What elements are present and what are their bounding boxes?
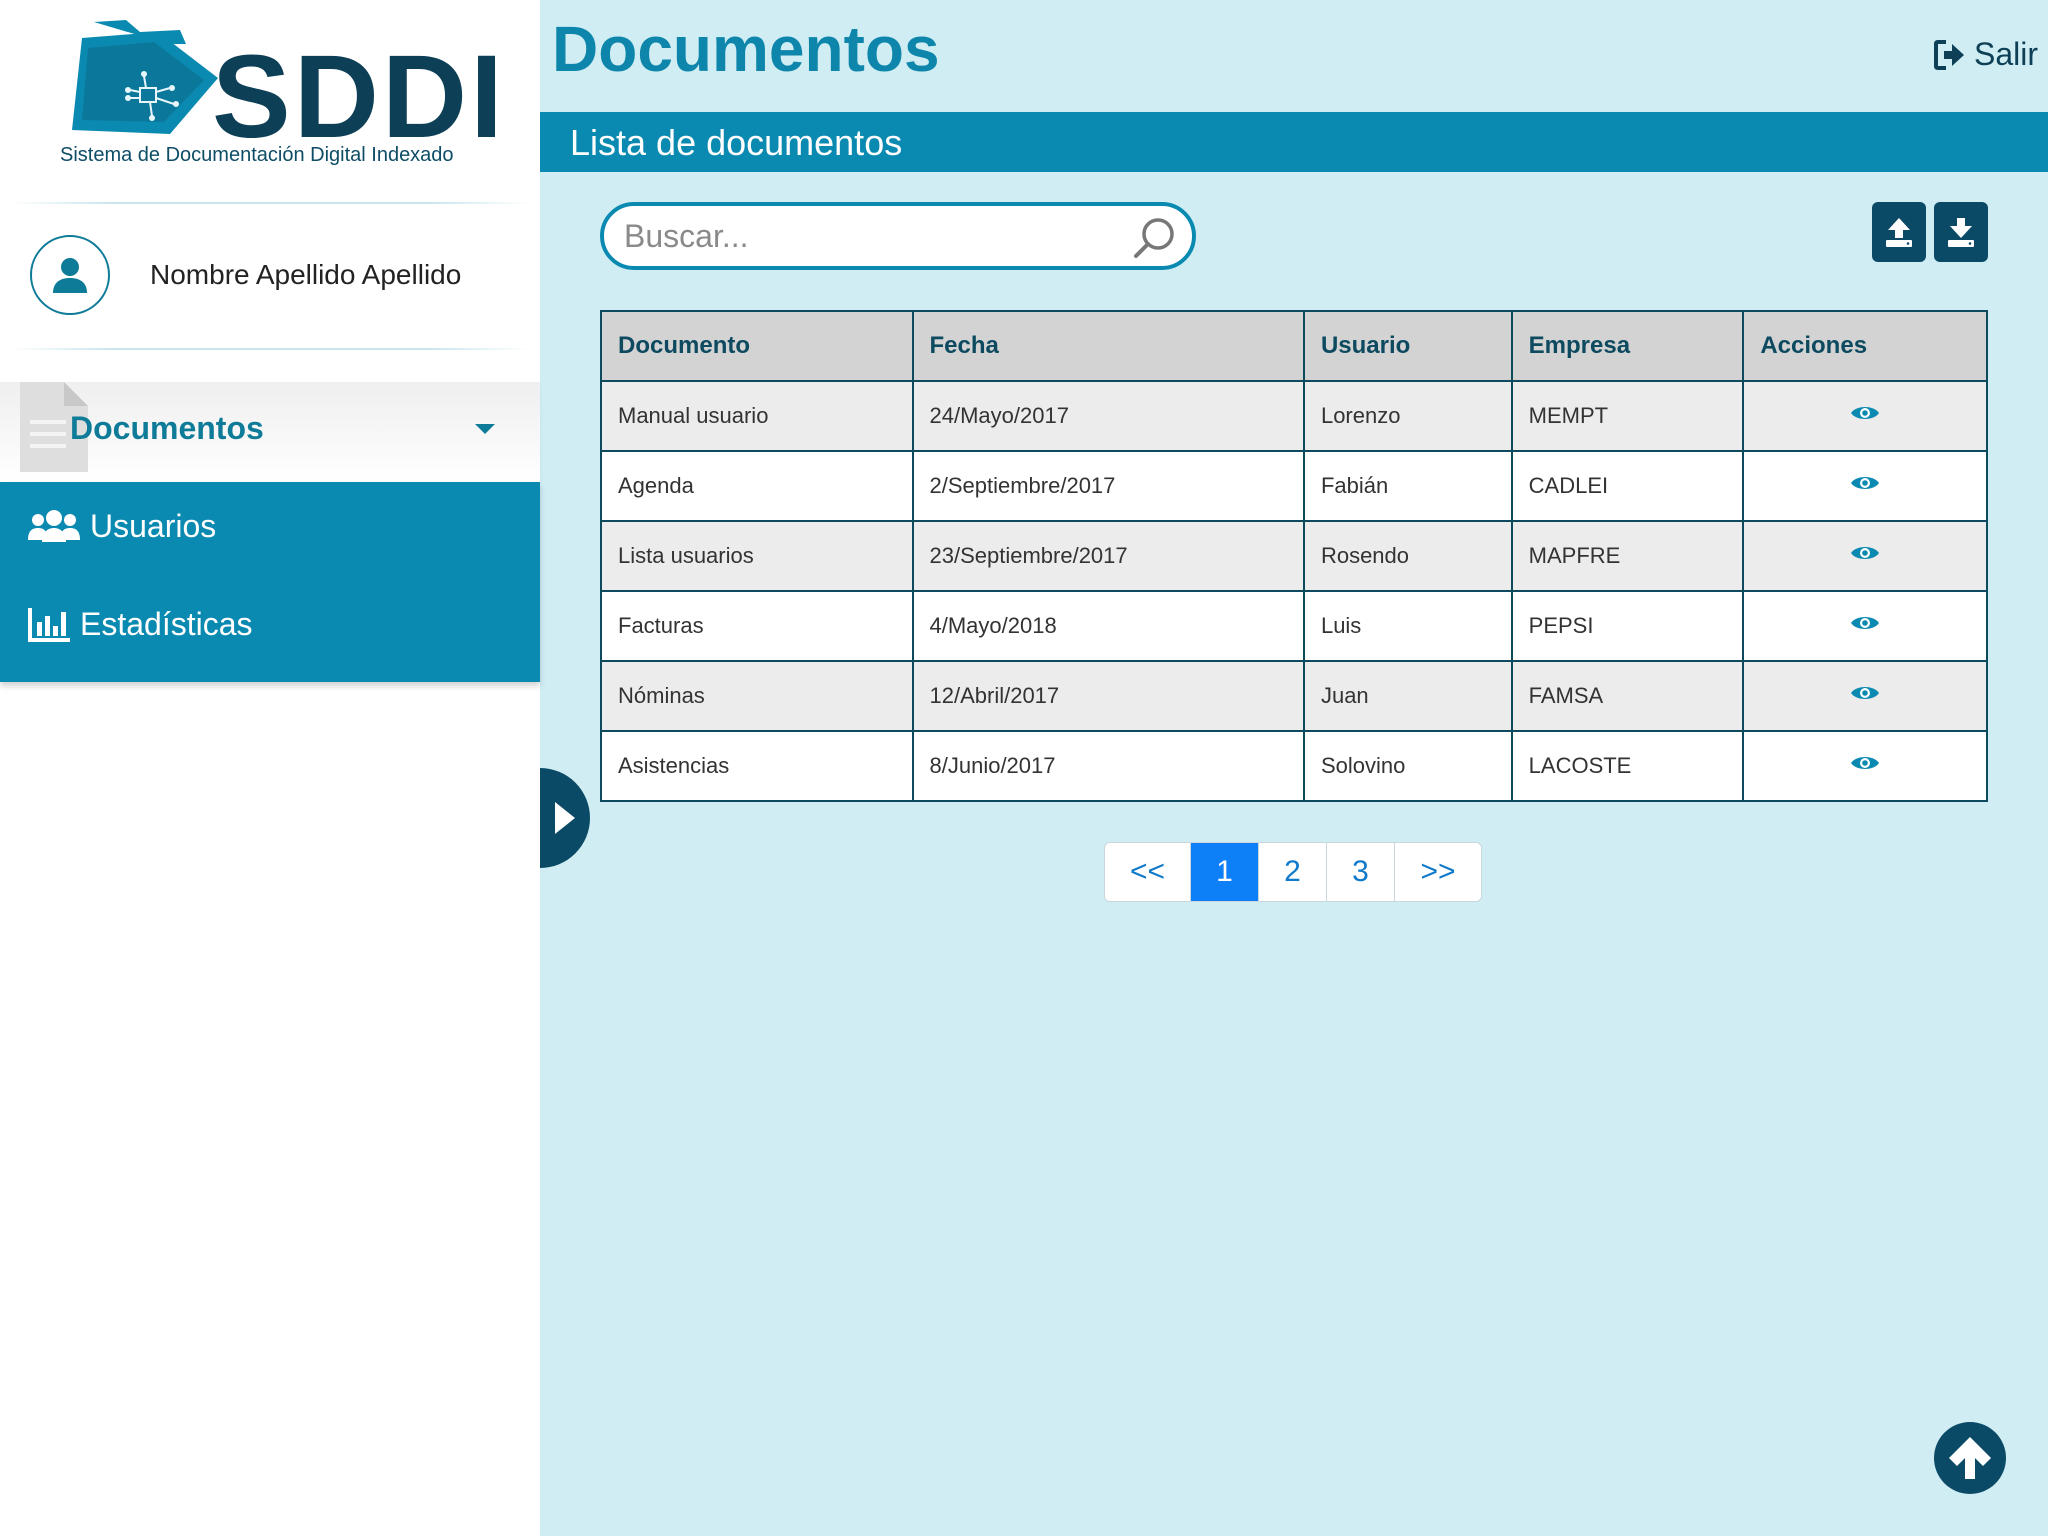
sidebar-item-usuarios[interactable]: Usuarios xyxy=(28,508,216,545)
table-row: Facturas 4/Mayo/2018 Luis PEPSI xyxy=(600,590,1988,662)
cell-fecha: 8/Junio/2017 xyxy=(911,730,1305,802)
table-header-row: Documento Fecha Usuario Empresa Acciones xyxy=(600,310,1988,382)
users-icon xyxy=(28,509,80,542)
download-icon xyxy=(1948,218,1974,247)
avatar xyxy=(30,235,110,315)
cell-documento: Facturas xyxy=(600,590,914,662)
user-icon xyxy=(53,258,87,293)
cell-documento: Nóminas xyxy=(600,660,914,732)
table-row: Agenda 2/Septiembre/2017 Fabián CADLEI xyxy=(600,450,1988,522)
pagination: << 1 2 3 >> xyxy=(1104,842,1482,902)
cell-empresa: LACOSTE xyxy=(1510,730,1745,802)
sidebar: SDDI Sistema de Documentación Digital In… xyxy=(0,0,540,1536)
cell-empresa: MEMPT xyxy=(1510,380,1745,452)
cell-usuario: Solovino xyxy=(1302,730,1513,802)
pagination-page-2[interactable]: 2 xyxy=(1259,843,1327,901)
cell-usuario: Lorenzo xyxy=(1302,380,1513,452)
chevron-down-icon[interactable] xyxy=(475,424,495,434)
sidebar-item-label: Estadísticas xyxy=(80,606,253,642)
sidebar-item-label: Documentos xyxy=(70,410,264,446)
download-button[interactable] xyxy=(1934,202,1988,262)
table-row: Nóminas 12/Abril/2017 Juan FAMSA xyxy=(600,660,1988,732)
table-row: Asistencias 8/Junio/2017 Solovino LACOST… xyxy=(600,730,1988,802)
pagination-page-3[interactable]: 3 xyxy=(1327,843,1395,901)
cell-acciones xyxy=(1742,450,1988,522)
eye-icon[interactable] xyxy=(1850,613,1880,633)
cell-documento: Agenda xyxy=(600,450,914,522)
cell-fecha: 2/Septiembre/2017 xyxy=(911,450,1305,522)
folder-circuit-icon xyxy=(72,20,218,134)
logout-button[interactable]: Salir xyxy=(1933,36,2038,73)
cell-documento: Asistencias xyxy=(600,730,914,802)
sidebar-submenu: Usuarios Estadísticas xyxy=(0,482,540,682)
cell-usuario: Luis xyxy=(1302,590,1513,662)
page-title: Documentos xyxy=(552,13,940,85)
scroll-to-top-button[interactable] xyxy=(1934,1422,2006,1494)
cell-empresa: MAPFRE xyxy=(1510,520,1745,592)
pagination-next-button[interactable]: >> xyxy=(1395,843,1481,901)
column-header-usuario[interactable]: Usuario xyxy=(1302,310,1513,382)
cell-acciones xyxy=(1742,590,1988,662)
sidebar-item-estadisticas[interactable]: Estadísticas xyxy=(28,606,253,643)
cell-fecha: 23/Septiembre/2017 xyxy=(911,520,1305,592)
cell-usuario: Rosendo xyxy=(1302,520,1513,592)
logout-label: Salir xyxy=(1973,36,2038,72)
cell-acciones xyxy=(1742,730,1988,802)
chevron-right-icon xyxy=(555,802,575,834)
eye-icon[interactable] xyxy=(1850,403,1880,423)
user-profile[interactable]: Nombre Apellido Apellido xyxy=(30,235,461,315)
sidebar-toggle-button[interactable] xyxy=(540,768,590,868)
eye-icon[interactable] xyxy=(1850,683,1880,703)
upload-button[interactable] xyxy=(1872,202,1926,262)
cell-acciones xyxy=(1742,520,1988,592)
cell-fecha: 24/Mayo/2017 xyxy=(911,380,1305,452)
upload-icon xyxy=(1886,218,1912,247)
search-icon[interactable] xyxy=(1132,216,1176,260)
column-header-acciones: Acciones xyxy=(1742,310,1988,382)
documents-table: Documento Fecha Usuario Empresa Acciones… xyxy=(600,310,1988,802)
divider xyxy=(10,202,530,204)
column-header-fecha[interactable]: Fecha xyxy=(911,310,1305,382)
pagination-prev-button[interactable]: << xyxy=(1105,843,1191,901)
cell-usuario: Fabián xyxy=(1302,450,1513,522)
sidebar-item-documentos[interactable]: Documentos xyxy=(0,382,540,482)
arrow-up-icon xyxy=(1949,1437,1991,1479)
table-row: Manual usuario 24/Mayo/2017 Lorenzo MEMP… xyxy=(600,380,1988,452)
search-box xyxy=(600,202,1196,270)
cell-acciones xyxy=(1742,380,1988,452)
section-header: Lista de documentos xyxy=(540,112,2048,172)
cell-fecha: 12/Abril/2017 xyxy=(911,660,1305,732)
column-header-documento[interactable]: Documento xyxy=(600,310,914,382)
table-row: Lista usuarios 23/Septiembre/2017 Rosend… xyxy=(600,520,1988,592)
bar-chart-icon xyxy=(28,607,70,642)
cell-usuario: Juan xyxy=(1302,660,1513,732)
pagination-page-1[interactable]: 1 xyxy=(1191,843,1259,901)
search-input[interactable] xyxy=(624,216,1104,256)
eye-icon[interactable] xyxy=(1850,473,1880,493)
brand-subtitle: Sistema de Documentación Digital Indexad… xyxy=(60,144,454,166)
cell-empresa: PEPSI xyxy=(1510,590,1745,662)
brand-name: SDDI xyxy=(212,31,506,163)
brand-logo: SDDI Sistema de Documentación Digital In… xyxy=(60,18,503,168)
cell-documento: Manual usuario xyxy=(600,380,914,452)
user-name: Nombre Apellido Apellido xyxy=(150,259,462,290)
cell-empresa: CADLEI xyxy=(1510,450,1745,522)
section-title: Lista de documentos xyxy=(570,122,903,163)
divider xyxy=(10,348,530,350)
cell-acciones xyxy=(1742,660,1988,732)
cell-empresa: FAMSA xyxy=(1510,660,1745,732)
sign-out-icon xyxy=(1933,39,1964,70)
eye-icon[interactable] xyxy=(1850,543,1880,563)
cell-fecha: 4/Mayo/2018 xyxy=(911,590,1305,662)
eye-icon[interactable] xyxy=(1850,753,1880,773)
cell-documento: Lista usuarios xyxy=(600,520,914,592)
sidebar-item-label: Usuarios xyxy=(90,508,217,544)
column-header-empresa[interactable]: Empresa xyxy=(1510,310,1745,382)
